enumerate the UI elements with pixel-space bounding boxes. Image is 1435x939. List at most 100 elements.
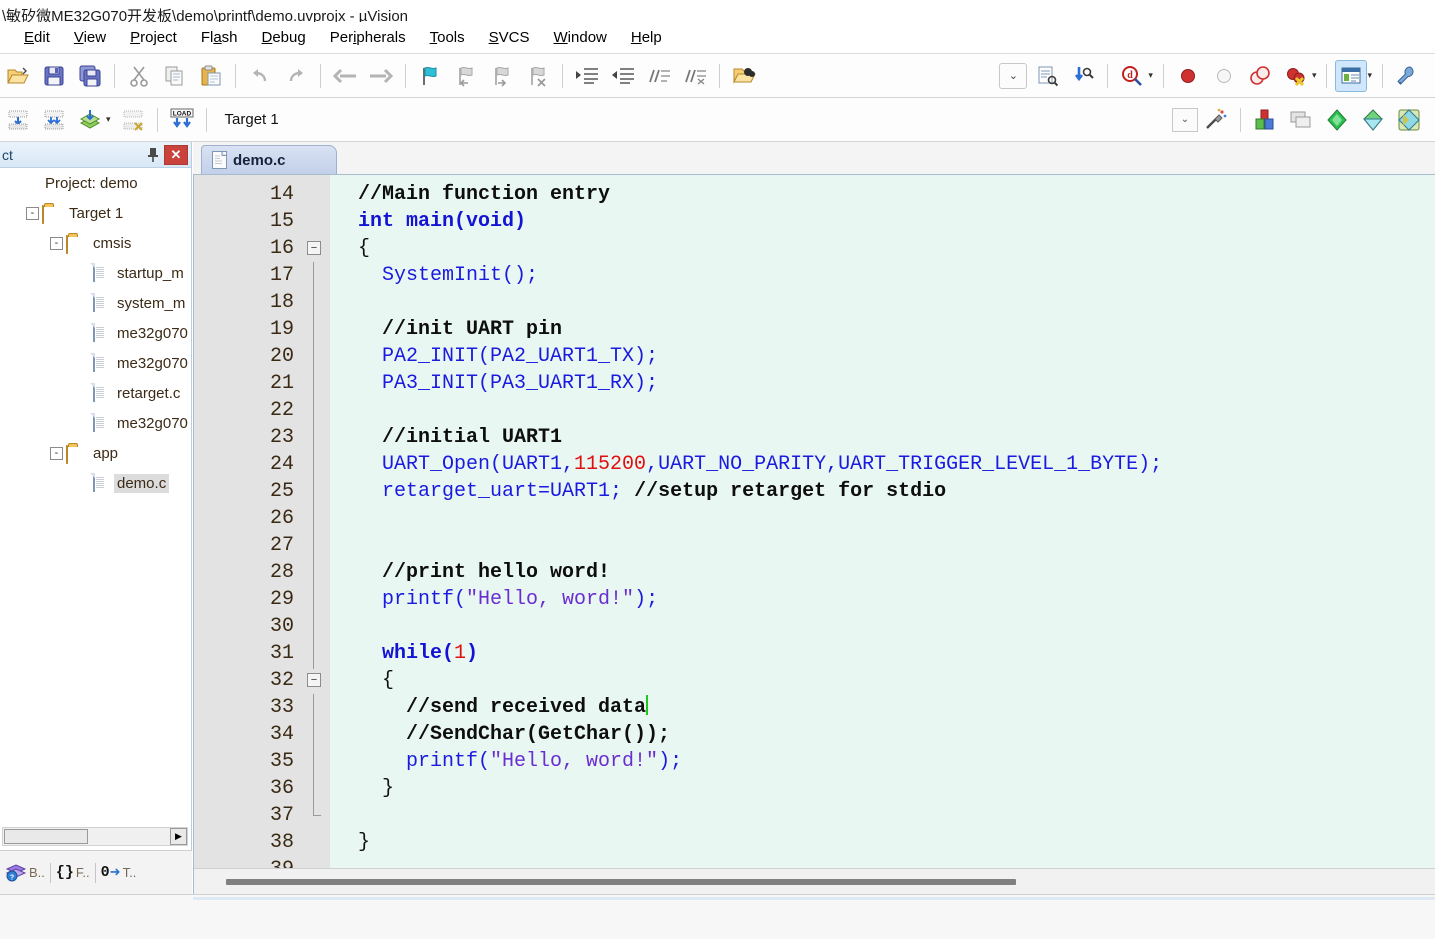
code-line[interactable] [330, 289, 1435, 316]
chevron-down-icon[interactable]: ▾ [1367, 70, 1372, 81]
code-line[interactable]: //send received data [330, 694, 1435, 721]
menu-help[interactable]: Help [619, 26, 674, 49]
code-line[interactable]: //init UART pin [330, 316, 1435, 343]
chevron-down-icon[interactable]: ▾ [106, 114, 111, 125]
code-line[interactable]: PA3_INIT(PA3_UART1_RX); [330, 370, 1435, 397]
code-line[interactable]: printf("Hello, word!"); [330, 586, 1435, 613]
options-for-target-icon[interactable] [1200, 104, 1232, 136]
menu-tools[interactable]: Tools [418, 26, 477, 49]
bottom-tab-books[interactable]: ? B.. [2, 861, 48, 885]
code-folding-column[interactable]: − − [302, 175, 330, 868]
window-manager-icon[interactable] [1335, 59, 1368, 92]
paste-icon[interactable] [195, 60, 227, 92]
tree-item-retarget-c[interactable]: retarget.c [0, 378, 191, 408]
menu-peripherals[interactable]: Peripherals [318, 26, 418, 49]
code-line[interactable]: printf("Hello, word!"); [330, 748, 1435, 775]
navigate-forward-icon[interactable] [365, 60, 397, 92]
tree-item-system-m[interactable]: system_m [0, 288, 191, 318]
manage-runtime-env-icon[interactable] [1285, 104, 1317, 136]
rebuild-all-icon[interactable] [74, 104, 106, 136]
menu-debug[interactable]: Debug [250, 26, 318, 49]
code-line[interactable]: { [330, 235, 1435, 262]
multi-project-icon[interactable] [1321, 104, 1353, 136]
code-line[interactable]: retarget_uart=UART1; //setup retarget fo… [330, 478, 1435, 505]
scrollbar-thumb[interactable] [4, 829, 88, 844]
disable-all-breakpoints-icon[interactable] [1280, 60, 1312, 92]
code-line[interactable]: PA2_INIT(PA2_UART1_TX); [330, 343, 1435, 370]
find-in-files-icon[interactable] [728, 60, 760, 92]
close-icon[interactable]: ✕ [164, 144, 188, 165]
code-line[interactable]: } [330, 775, 1435, 802]
kill-all-breakpoints-icon[interactable] [1244, 60, 1276, 92]
open-file-icon[interactable] [2, 60, 34, 92]
code-line[interactable]: //print hello word! [330, 559, 1435, 586]
previous-bookmark-icon[interactable] [450, 60, 482, 92]
tree-item-me32g070[interactable]: me32g070 [0, 408, 191, 438]
outdent-icon[interactable] [607, 60, 639, 92]
redo-icon[interactable] [280, 60, 312, 92]
goto-definition-icon[interactable] [1067, 60, 1099, 92]
code-line[interactable]: while(1) [330, 640, 1435, 667]
tree-item-demo-c[interactable]: demo.c [0, 468, 191, 498]
chevron-down-icon[interactable]: ▾ [1148, 70, 1153, 81]
translate-file-icon[interactable] [2, 104, 34, 136]
menu-project[interactable]: Project [118, 26, 189, 49]
code-line[interactable] [330, 802, 1435, 829]
target-selector[interactable]: Target 1 [218, 106, 409, 133]
code-line[interactable]: { [330, 667, 1435, 694]
build-target-icon[interactable] [38, 104, 70, 136]
code-line[interactable]: //SendChar(GetChar()); [330, 721, 1435, 748]
next-bookmark-icon[interactable] [486, 60, 518, 92]
copy-icon[interactable] [159, 60, 191, 92]
save-all-icon[interactable] [74, 60, 106, 92]
debug-search-icon[interactable]: d [1116, 60, 1148, 92]
manage-project-items-icon[interactable] [1249, 104, 1281, 136]
code-line[interactable] [330, 505, 1435, 532]
menu-svcs[interactable]: SVCS [477, 26, 542, 49]
tree-expander-icon[interactable]: - [50, 236, 63, 250]
file-info-icon[interactable] [1031, 60, 1063, 92]
project-tree[interactable]: Project: demo - Target 1- cmsis startup_m sys… [0, 168, 191, 818]
target-dropdown-button[interactable]: ⌄ [1172, 107, 1198, 132]
batch-build-icon[interactable] [117, 104, 149, 136]
bottom-tab-templates[interactable]: 0➜ T.. [98, 862, 140, 883]
tree-item-startup-m[interactable]: startup_m [0, 258, 191, 288]
undo-icon[interactable] [244, 60, 276, 92]
toggle-bookmark-icon[interactable] [414, 60, 446, 92]
load-flash-icon[interactable]: LOAD [166, 104, 198, 136]
tree-item-me32g070[interactable]: me32g070 [0, 348, 191, 378]
manage-layers-icon[interactable] [1393, 104, 1425, 136]
bottom-tab-functions[interactable]: {} F.. [53, 862, 93, 883]
menu-window[interactable]: Window [542, 26, 619, 49]
fold-collapse-icon[interactable]: − [307, 241, 321, 255]
pack-installer-icon[interactable] [1357, 104, 1389, 136]
code-line[interactable]: //Main function entry [330, 181, 1435, 208]
fold-collapse-icon[interactable]: − [307, 673, 321, 687]
code-line[interactable]: } [330, 829, 1435, 856]
code-line[interactable] [330, 532, 1435, 559]
indent-icon[interactable] [571, 60, 603, 92]
cut-icon[interactable] [123, 60, 155, 92]
tree-item-target-1[interactable]: - Target 1 [0, 198, 191, 228]
disable-breakpoint-icon[interactable] [1208, 60, 1240, 92]
code-text[interactable]: //Main function entry int main(void) { S… [330, 175, 1435, 868]
tree-item-cmsis[interactable]: - cmsis [0, 228, 191, 258]
scrollbar-thumb[interactable] [226, 878, 1016, 885]
uncomment-icon[interactable] [679, 60, 711, 92]
code-line[interactable] [330, 613, 1435, 640]
editor-horizontal-scrollbar[interactable] [194, 868, 1435, 894]
insert-breakpoint-icon[interactable] [1172, 60, 1204, 92]
code-line[interactable]: UART_Open(UART1,115200,UART_NO_PARITY,UA… [330, 451, 1435, 478]
clear-bookmarks-icon[interactable] [522, 60, 554, 92]
code-line[interactable]: //initial UART1 [330, 424, 1435, 451]
tree-item-app[interactable]: - app [0, 438, 191, 468]
tree-item-me32g070[interactable]: me32g070 [0, 318, 191, 348]
menu-view[interactable]: View [62, 26, 118, 49]
code-line[interactable] [330, 397, 1435, 424]
menu-edit[interactable]: Edit [12, 26, 62, 49]
navigate-back-icon[interactable] [329, 60, 361, 92]
project-horizontal-scrollbar[interactable]: ▶ [2, 827, 188, 846]
tree-item-project-demo[interactable]: Project: demo [0, 168, 191, 198]
configuration-wizard-icon[interactable] [1391, 60, 1423, 92]
scroll-right-arrow-icon[interactable]: ▶ [170, 828, 187, 845]
